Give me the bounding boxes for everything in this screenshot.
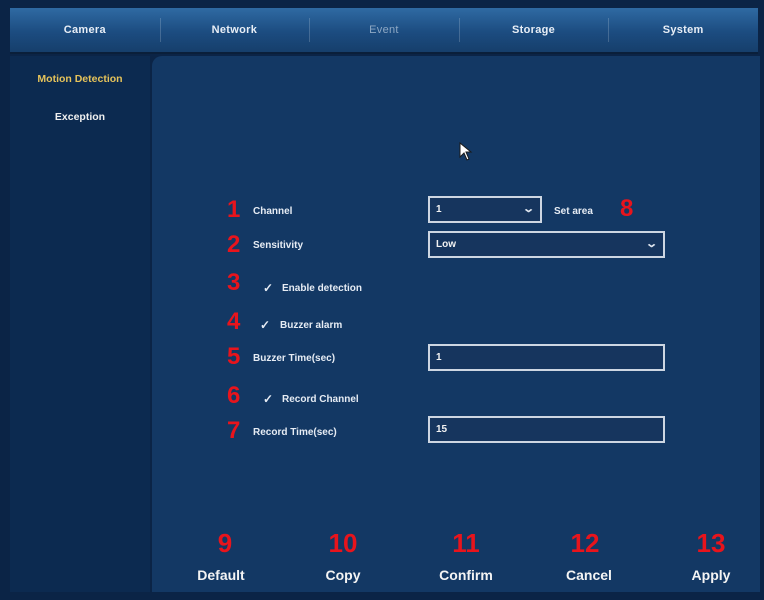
copy-button[interactable]: Copy <box>303 567 383 583</box>
buzzer-alarm-label: Buzzer alarm <box>280 320 343 331</box>
tab-system[interactable]: System <box>608 8 758 52</box>
record-channel-label: Record Channel <box>282 394 359 405</box>
cancel-button[interactable]: Cancel <box>549 567 629 583</box>
chevron-down-icon: ⌄ <box>644 238 658 250</box>
annotation-6: 6 <box>227 382 241 409</box>
apply-button[interactable]: Apply <box>671 567 751 583</box>
annotation-11: 11 <box>452 528 480 558</box>
channel-select[interactable]: 1 ⌄ <box>428 196 542 223</box>
enable-detection-label: Enable detection <box>282 283 363 294</box>
annotation-4: 4 <box>227 308 241 335</box>
sensitivity-select[interactable]: Low ⌄ <box>428 231 665 258</box>
sensitivity-value: Low <box>436 239 456 250</box>
sidebar-item-motion-detection[interactable]: Motion Detection <box>10 60 150 98</box>
buzzer-time-input[interactable]: 1 <box>428 344 665 371</box>
tab-network[interactable]: Network <box>159 8 310 52</box>
annotation-9: 9 <box>217 528 233 558</box>
annotation-10: 10 <box>328 528 358 558</box>
annotation-8: 8 <box>620 195 634 222</box>
annotation-13: 13 <box>696 528 726 558</box>
sensitivity-label: Sensitivity <box>253 240 304 251</box>
top-tab-bar: Camera Network Event Storage System <box>10 8 758 54</box>
buzzer-time-label: Buzzer Time(sec) <box>253 353 336 364</box>
record-time-input[interactable]: 15 <box>428 416 665 443</box>
annotation-3: 3 <box>227 269 241 296</box>
mouse-pointer-icon <box>459 142 473 161</box>
channel-value: 1 <box>436 204 442 215</box>
sidebar-item-exception[interactable]: Exception <box>10 98 150 136</box>
record-channel-checkbox[interactable]: ✓ <box>263 392 273 406</box>
default-button[interactable]: Default <box>181 567 261 583</box>
set-area-button[interactable]: Set area <box>554 206 593 217</box>
tab-event[interactable]: Event <box>309 8 459 52</box>
channel-label: Channel <box>253 206 293 217</box>
record-time-label: Record Time(sec) <box>253 427 337 438</box>
chevron-down-icon: ⌄ <box>521 203 535 215</box>
confirm-button[interactable]: Confirm <box>426 567 506 583</box>
annotation-7: 7 <box>227 417 241 444</box>
annotation-2: 2 <box>227 231 241 258</box>
enable-detection-checkbox[interactable]: ✓ <box>263 281 273 295</box>
motion-detection-panel <box>152 56 760 592</box>
dvr-settings-window: Camera Network Event Storage System Moti… <box>0 0 764 600</box>
tab-storage[interactable]: Storage <box>458 8 609 52</box>
tab-camera[interactable]: Camera <box>10 8 160 52</box>
annotation-5: 5 <box>227 343 241 370</box>
annotation-1: 1 <box>227 196 241 223</box>
buzzer-alarm-checkbox[interactable]: ✓ <box>260 318 270 332</box>
sidebar: Motion Detection Exception <box>10 56 150 592</box>
annotation-12: 12 <box>570 528 600 558</box>
